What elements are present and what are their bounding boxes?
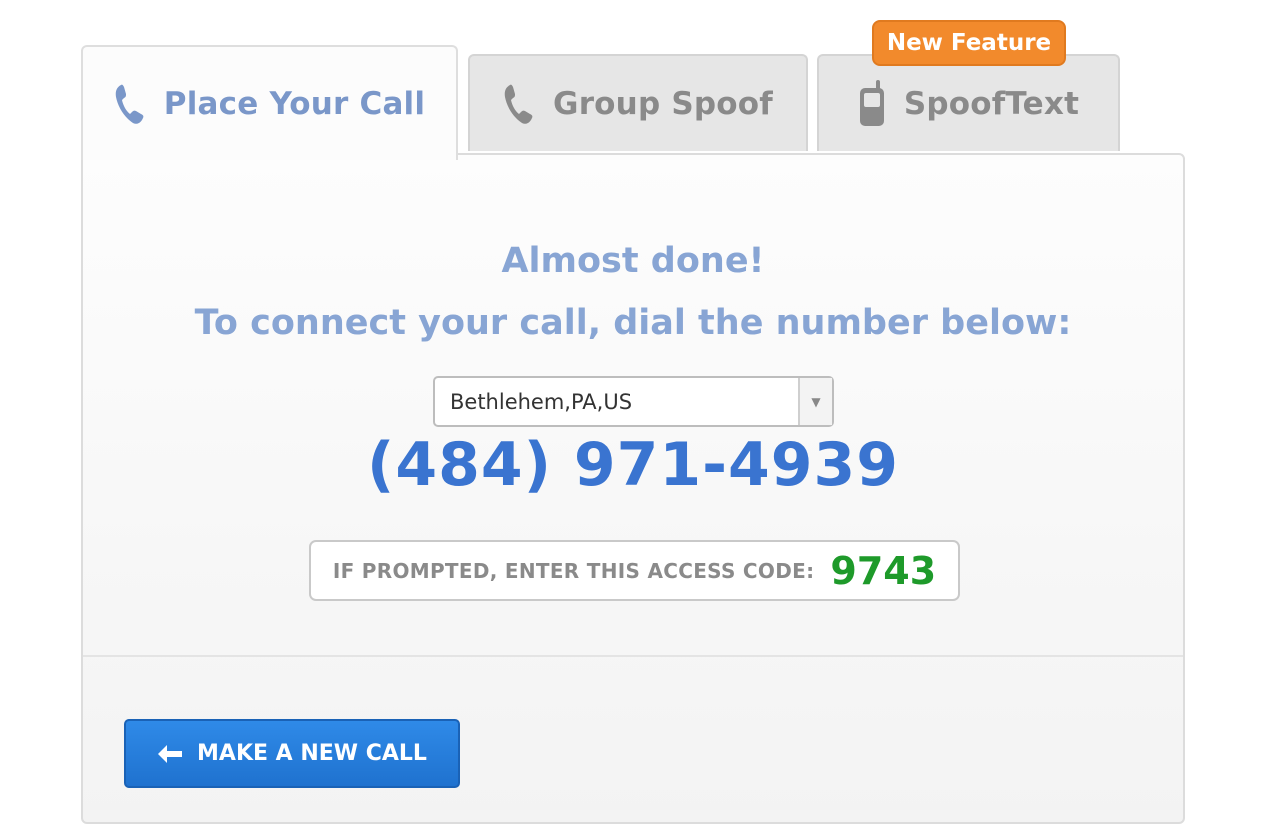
dial-instruction: To connect your call, dial the number be… <box>194 303 1072 343</box>
phone-icon <box>503 83 535 125</box>
make-new-call-button[interactable]: MAKE A NEW CALL <box>124 719 460 788</box>
button-label: MAKE A NEW CALL <box>197 741 427 766</box>
dial-number: (484) 971-4939 <box>366 430 900 500</box>
mobile-phone-icon <box>858 79 886 128</box>
location-select[interactable]: Bethlehem,PA,US ▼ <box>433 376 834 427</box>
tab-spooftext[interactable]: SpoofText <box>817 54 1120 151</box>
chevron-down-icon[interactable]: ▼ <box>798 378 832 425</box>
divider <box>83 655 1183 657</box>
tab-group-spoof[interactable]: Group Spoof <box>468 54 808 151</box>
panel-heading: Almost done! <box>501 241 765 281</box>
new-feature-badge: New Feature <box>872 20 1066 66</box>
location-select-value: Bethlehem,PA,US <box>450 389 633 414</box>
call-panel: Almost done! To connect your call, dial … <box>81 153 1185 824</box>
access-code-value: 9743 <box>830 548 937 593</box>
tab-label: Place Your Call <box>163 85 426 122</box>
access-code-box: IF PROMPTED, ENTER THIS ACCESS CODE: 974… <box>309 540 960 601</box>
access-code-label: IF PROMPTED, ENTER THIS ACCESS CODE: <box>332 558 815 583</box>
phone-icon <box>114 83 146 125</box>
tab-label: Group Spoof <box>553 85 773 122</box>
tab-label: SpoofText <box>903 85 1080 122</box>
tab-place-your-call[interactable]: Place Your Call <box>81 45 458 160</box>
spoof-call-widget: New Feature Place Your Call Group Spoof … <box>0 0 1271 835</box>
arrow-left-icon <box>157 744 183 764</box>
